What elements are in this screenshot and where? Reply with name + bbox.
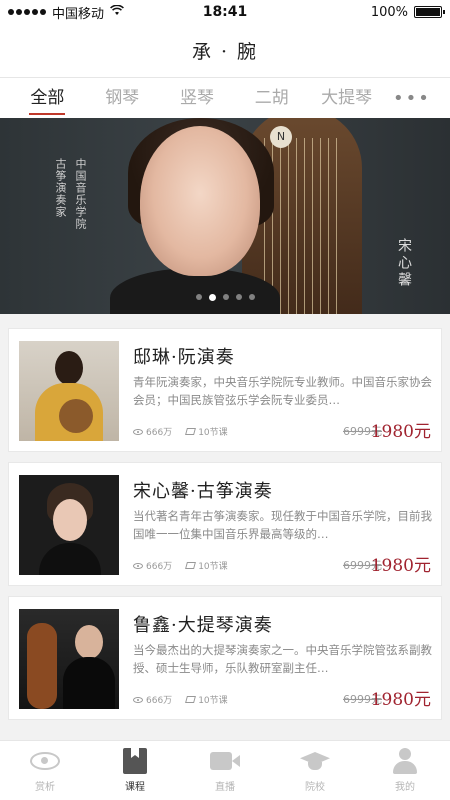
course-description: 当今最杰出的大提琴演奏家之一。中央音乐学院管弦系副教授、硕士生导师，乐队教研室副… [133, 643, 432, 675]
layers-icon [185, 428, 197, 435]
nav-profile[interactable]: 我的 [360, 741, 450, 800]
lessons-count: 10节课 [185, 693, 228, 706]
banner-subtitle-line2: 古筝演奏家 [54, 158, 67, 218]
nav-label: 院校 [305, 782, 325, 793]
carousel-dot[interactable] [235, 294, 242, 300]
user-icon [390, 748, 420, 774]
course-card-guzheng[interactable]: 宋心馨·古筝演奏 当代著名青年古筝演奏家。现任教于中国音乐学院，目前我国唯一一位… [8, 462, 442, 586]
course-thumbnail [19, 609, 119, 709]
eye-icon [133, 696, 143, 703]
status-right: 100% [370, 4, 445, 20]
status-bar: 中国移动 18:41 100% [0, 0, 450, 24]
course-title: 鲁鑫·大提琴演奏 [133, 615, 273, 636]
carousel-indicator [0, 294, 450, 301]
bookmark-icon [120, 748, 150, 774]
category-tabs: 全部 钢琴 竖琴 二胡 大提琴 ••• [0, 78, 450, 118]
eye-icon [133, 428, 143, 435]
eye-icon [133, 562, 143, 569]
nav-label: 我的 [395, 782, 415, 793]
banner-performer-name: 宋心馨 [396, 238, 412, 289]
layers-icon [185, 696, 197, 703]
page-title: 承 · 腕 [0, 24, 450, 78]
tab-cello[interactable]: 大提琴 [309, 78, 384, 118]
course-description: 当代著名青年古筝演奏家。现任教于中国音乐学院，目前我国唯一一位集中国音乐界最高等… [133, 509, 432, 541]
tab-piano[interactable]: 钢琴 [85, 78, 160, 118]
signal-icon [8, 9, 46, 15]
banner-carousel[interactable]: N 中国音乐学院 古筝演奏家 宋心馨 [0, 118, 450, 314]
course-meta: 666万 10节课 [133, 693, 228, 706]
course-thumbnail [19, 475, 119, 575]
sale-price: 1980元 [370, 422, 431, 442]
sale-price: 1980元 [370, 690, 431, 710]
views-count: 666万 [133, 693, 172, 706]
battery-icon [414, 6, 445, 18]
course-title: 邸琳·阮演奏 [133, 347, 235, 368]
performer-face [140, 126, 260, 276]
sale-price: 1980元 [370, 556, 431, 576]
tab-erhu[interactable]: 二胡 [234, 78, 309, 118]
wifi-icon [110, 4, 124, 19]
bottom-tab-bar: 赏析 课程 直播 院校 我的 [0, 740, 450, 800]
course-meta: 666万 10节课 [133, 559, 228, 572]
course-description: 青年阮演奏家，中央音乐学院阮专业教师。中国音乐家协会会员；中国民族管弦乐学会阮专… [133, 375, 432, 407]
lessons-count: 10节课 [185, 559, 228, 572]
course-list: 邸琳·阮演奏 青年阮演奏家，中央音乐学院阮专业教师。中国音乐家协会会员；中国民族… [8, 328, 442, 730]
brand-logo: N [270, 126, 292, 148]
nav-live[interactable]: 直播 [180, 741, 270, 800]
more-tabs-button[interactable]: ••• [384, 88, 440, 109]
nav-label: 赏析 [35, 782, 55, 793]
banner-subtitle: 中国音乐学院 古筝演奏家 [52, 158, 88, 230]
course-card-cello[interactable]: 鲁鑫·大提琴演奏 当今最杰出的大提琴演奏家之一。中央音乐学院管弦系副教授、硕士生… [8, 596, 442, 720]
views-count: 666万 [133, 559, 172, 572]
banner-subtitle-line1: 中国音乐学院 [74, 158, 87, 230]
course-thumbnail [19, 341, 119, 441]
eye-icon [30, 748, 60, 774]
course-meta: 666万 10节课 [133, 425, 228, 438]
course-title: 宋心馨·古筝演奏 [133, 481, 273, 502]
tab-harp[interactable]: 竖琴 [160, 78, 235, 118]
battery-percent: 100% [370, 4, 408, 20]
views-count: 666万 [133, 425, 172, 438]
nav-schools[interactable]: 院校 [270, 741, 360, 800]
carousel-dot[interactable] [222, 294, 229, 300]
status-left: 中国移动 [8, 3, 371, 22]
tab-all[interactable]: 全部 [10, 78, 85, 118]
carousel-dot[interactable] [208, 294, 216, 301]
layers-icon [185, 562, 197, 569]
nav-appreciate[interactable]: 赏析 [0, 741, 90, 800]
lessons-count: 10节课 [185, 425, 228, 438]
video-camera-icon [210, 748, 240, 774]
course-card-ruan[interactable]: 邸琳·阮演奏 青年阮演奏家，中央音乐学院阮专业教师。中国音乐家协会会员；中国民族… [8, 328, 442, 452]
graduation-cap-icon [300, 748, 330, 774]
carrier-label: 中国移动 [52, 6, 105, 22]
carousel-dot[interactable] [195, 294, 202, 300]
nav-label: 课程 [125, 782, 145, 793]
carousel-dot[interactable] [248, 294, 255, 300]
nav-label: 直播 [215, 782, 235, 793]
nav-courses[interactable]: 课程 [90, 741, 180, 800]
